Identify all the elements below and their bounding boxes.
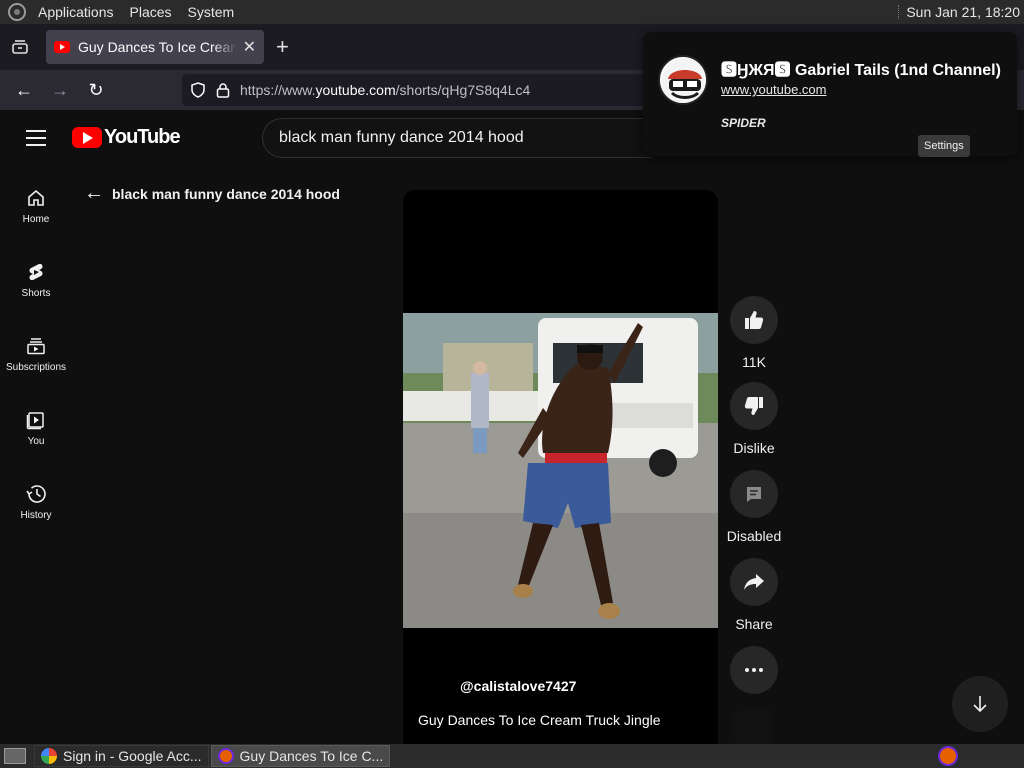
- taskbar-item-google-signin[interactable]: Sign in - Google Acc...: [34, 745, 209, 767]
- sidebar-label-subscriptions: Subscriptions: [5, 362, 67, 373]
- short-video-frame[interactable]: [403, 313, 718, 628]
- lock-icon[interactable]: [216, 82, 230, 98]
- url-path: /shorts/qHg7S8q4Lc4: [395, 82, 531, 98]
- sidebar-label-home: Home: [22, 214, 50, 225]
- taskbar-label-0: Sign in - Google Acc...: [63, 748, 202, 764]
- popup-tag: SPIDER: [721, 116, 766, 130]
- search-input[interactable]: black man funny dance 2014 hood ›: [262, 118, 652, 158]
- comments-action: Disabled: [727, 470, 781, 544]
- audio-thumbnail[interactable]: [734, 710, 774, 744]
- dislike-button[interactable]: [730, 382, 778, 430]
- popup-channel-avatar[interactable]: [658, 55, 708, 105]
- search-query: black man funny dance 2014 hood: [279, 129, 524, 146]
- share-arrow-icon: [744, 574, 764, 590]
- youtube-play-logo-icon: [72, 127, 102, 148]
- reload-icon[interactable]: ↻: [78, 74, 114, 106]
- url-domain: youtube.com: [315, 82, 396, 98]
- youtube-logo[interactable]: YouTube: [72, 126, 181, 149]
- more-action: [730, 646, 778, 694]
- popup-channel-link[interactable]: www.youtube.com: [721, 82, 827, 97]
- dislike-label: Dislike: [733, 440, 775, 456]
- os-taskbar: Sign in - Google Acc... Guy Dances To Ic…: [0, 744, 1024, 768]
- hamburger-menu-icon[interactable]: [26, 130, 46, 146]
- youtube-page: YouTube black man funny dance 2014 hood …: [0, 110, 1024, 744]
- share-label: Share: [735, 616, 773, 632]
- url-bar[interactable]: https://www.youtube.com/shorts/qHg7S8q4L…: [182, 74, 652, 106]
- url-text: https://www.youtube.com/shorts/qHg7S8q4L…: [240, 82, 530, 98]
- share-action: Share: [730, 558, 778, 632]
- show-desktop-icon[interactable]: [4, 748, 26, 764]
- browser-tab-active[interactable]: Guy Dances To Ice Cream Truck Jingle ✕: [46, 30, 264, 64]
- url-prefix: https://www.: [240, 82, 316, 98]
- sidebar-item-subscriptions[interactable]: Subscriptions: [0, 336, 72, 373]
- share-button[interactable]: [730, 558, 778, 606]
- sidebar-item-you[interactable]: You: [0, 410, 72, 447]
- dislike-action: Dislike: [730, 382, 778, 456]
- os-top-panel: Applications Places System Sun Jan 21, 1…: [0, 0, 1024, 24]
- comments-label: Disabled: [726, 528, 782, 544]
- thumbs-up-icon: [745, 311, 764, 329]
- taskbar-item-youtube[interactable]: Guy Dances To Ice C...: [210, 745, 391, 767]
- shield-icon[interactable]: [190, 82, 206, 98]
- back-to-search[interactable]: ← black man funny dance 2014 hood: [84, 182, 340, 205]
- sidebar-label-you: You: [27, 436, 45, 447]
- forward-arrow-icon[interactable]: →: [42, 74, 78, 106]
- comments-button[interactable]: [730, 470, 778, 518]
- comment-icon: [747, 487, 761, 502]
- screen: Applications Places System Sun Jan 21, 1…: [0, 0, 1024, 768]
- new-tab-button[interactable]: +: [276, 34, 289, 60]
- like-action: 11K: [730, 296, 778, 370]
- tab-title: Guy Dances To Ice Cream Truck Jingle: [78, 39, 237, 55]
- like-count: 11K: [742, 354, 766, 370]
- panel-separator: [898, 5, 900, 19]
- tab-close-icon[interactable]: ✕: [243, 37, 256, 57]
- arrow-down-icon: [973, 696, 987, 713]
- chrome-icon: [41, 748, 57, 764]
- video-scene-image: [403, 313, 718, 628]
- popup-channel-title: 🆂ӇЖЯ🆂 Gabriel Tails (1nd Channel): [721, 62, 1001, 79]
- youtube-logo-text: YouTube: [104, 126, 181, 148]
- like-button[interactable]: [730, 296, 778, 344]
- youtube-favicon-icon: [54, 41, 70, 53]
- os-logo-icon[interactable]: [8, 3, 26, 21]
- tab-list-icon: [12, 40, 28, 54]
- home-icon: [28, 189, 44, 206]
- channel-avatar[interactable]: [423, 672, 451, 700]
- back-search-label: black man funny dance 2014 hood: [112, 185, 340, 202]
- next-video-button[interactable]: [952, 676, 1008, 732]
- more-horizontal-icon: [745, 668, 763, 672]
- channel-avatar-image: [661, 58, 706, 103]
- short-title[interactable]: Guy Dances To Ice Cream Truck Jingle: [418, 712, 661, 728]
- firefox-icon: [217, 748, 234, 764]
- sidebar-item-shorts[interactable]: Shorts: [0, 262, 72, 299]
- more-options-button[interactable]: [730, 646, 778, 694]
- tab-list-button[interactable]: [2, 29, 38, 65]
- os-menu-system[interactable]: System: [184, 4, 239, 20]
- settings-tooltip: Settings: [918, 135, 970, 157]
- sidebar-item-home[interactable]: Home: [0, 188, 72, 225]
- taskbar-label-1: Guy Dances To Ice C...: [239, 748, 384, 764]
- os-menu-places[interactable]: Places: [126, 4, 176, 20]
- you-icon: [26, 412, 44, 430]
- thumbs-down-icon: [744, 397, 763, 415]
- os-clock[interactable]: Sun Jan 21, 18:20: [906, 4, 1024, 20]
- back-arrow-icon[interactable]: ←: [84, 182, 104, 205]
- short-player[interactable]: @calistalove7427 Guy Dances To Ice Cream…: [403, 190, 718, 744]
- sidebar-label-shorts: Shorts: [21, 288, 51, 299]
- sidebar-label-history: History: [20, 510, 52, 521]
- channel-name[interactable]: @calistalove7427: [460, 678, 576, 694]
- back-arrow-icon[interactable]: ←: [6, 74, 42, 106]
- sidebar-item-history[interactable]: History: [0, 484, 72, 521]
- os-menu-applications[interactable]: Applications: [34, 4, 118, 20]
- tray-firefox-icon[interactable]: [938, 746, 958, 766]
- shorts-icon: [29, 264, 43, 280]
- subscriptions-icon: [27, 338, 45, 355]
- history-icon: [26, 485, 46, 503]
